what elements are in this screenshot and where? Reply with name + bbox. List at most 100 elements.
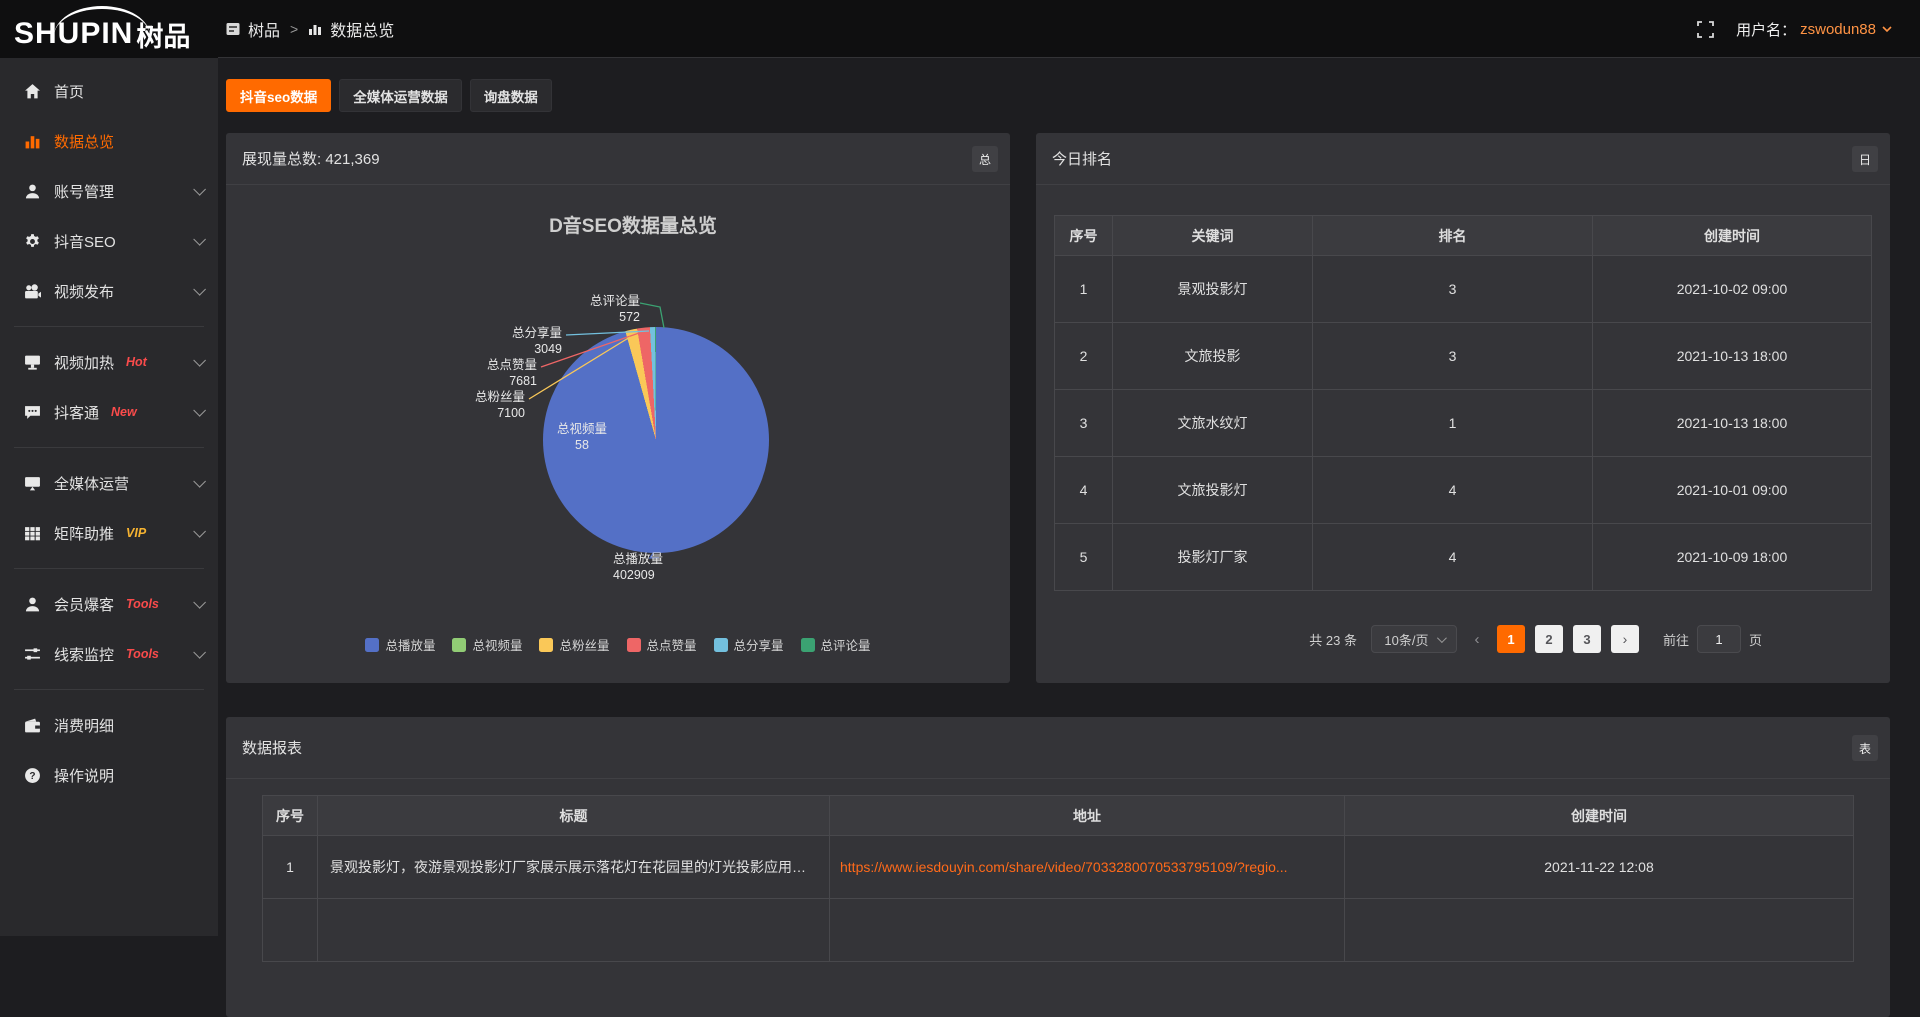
sidebar-item-label: 首页 (54, 81, 84, 102)
home-icon (24, 83, 41, 100)
chevron-down-icon (193, 183, 206, 196)
ranking-card: 今日排名 日 序号 关键词 排名 创建时间 1景观投影灯32021-10-02 … (1036, 133, 1890, 683)
logo-arc-decoration (54, 6, 150, 36)
table-header-row: 序号 标题 地址 创建时间 (263, 796, 1854, 836)
table-row: 3文旅水纹灯12021-10-13 18:00 (1055, 390, 1872, 457)
tab-media-operation[interactable]: 全媒体运营数据 (339, 79, 462, 112)
sidebar-item-data-overview[interactable]: 数据总览 (0, 116, 218, 166)
chevron-down-icon (193, 283, 206, 296)
sidebar-item-media-operation[interactable]: 全媒体运营 (0, 458, 218, 508)
sidebar-item-label: 操作说明 (54, 765, 114, 786)
tab-douyin-seo[interactable]: 抖音seo数据 (226, 79, 331, 112)
sidebar-item-label: 抖音SEO (54, 231, 116, 252)
bar-chart-icon (308, 22, 322, 36)
legend-item[interactable]: 总评论量 (801, 635, 871, 654)
fullscreen-icon[interactable] (1697, 21, 1714, 38)
sidebar-item-label: 全媒体运营 (54, 473, 129, 494)
sidebar: 首页 数据总览 账号管理 抖音SEO 视频发布 视频加热 Hot 抖客通 New… (0, 58, 218, 936)
chat-bubble-icon (24, 404, 41, 421)
legend-label: 总粉丝量 (559, 635, 609, 654)
legend-label: 总分享量 (734, 635, 784, 654)
ranking-table: 序号 关键词 排名 创建时间 1景观投影灯32021-10-02 09:00 2… (1054, 215, 1872, 591)
sidebar-item-member-tool[interactable]: 会员爆客 Tools (0, 579, 218, 629)
table-row: 1 景观投影灯，夜游景观投影灯厂家展示展示落花灯在花园里的灯光投影应用效果 # … (263, 836, 1854, 899)
goto-page-input[interactable] (1697, 625, 1741, 653)
breadcrumb-root[interactable]: 树品 (248, 17, 280, 41)
col-created: 创建时间 (1593, 216, 1872, 256)
pie-label-videos: 总视频量58 (557, 421, 607, 453)
table-row: 4文旅投影灯42021-10-01 09:00 (1055, 457, 1872, 524)
col-created: 创建时间 (1345, 796, 1854, 836)
pie-label-fans: 总粉丝量7100 (475, 389, 525, 421)
table-badge-button[interactable]: 表 (1852, 735, 1878, 761)
main-content: 抖音seo数据 全媒体运营数据 询盘数据 展现量总数: 421,369 总 D音… (218, 58, 1920, 936)
ranking-title: 今日排名 (1052, 148, 1112, 169)
username-label: 用户名： (1736, 19, 1796, 40)
legend-item[interactable]: 总粉丝量 (539, 635, 609, 654)
video-title-cell: 景观投影灯，夜游景观投影灯厂家展示展示落花灯在花园里的灯光投影应用效果 # (318, 836, 830, 899)
gear-icon (24, 233, 41, 250)
goto-label: 前往 (1663, 630, 1689, 649)
video-url-link[interactable]: https://www.iesdouyin.com/share/video/70… (840, 859, 1288, 875)
pie-label-shares: 总分享量3049 (512, 325, 562, 357)
grid-icon (24, 525, 41, 542)
report-card: 数据报表 表 序号 标题 地址 创建时间 1 景观投影灯，夜游景观投影灯 (226, 717, 1890, 1017)
screen-push-icon (24, 354, 41, 371)
pagination-total: 共 23 条 (1309, 630, 1357, 649)
next-page-button[interactable]: › (1611, 625, 1639, 653)
chevron-down-icon (1436, 633, 1446, 643)
sidebar-item-help[interactable]: ? 操作说明 (0, 750, 218, 800)
sidebar-item-douketong[interactable]: 抖客通 New (0, 387, 218, 437)
sidebar-divider (14, 326, 204, 327)
sidebar-item-label: 账号管理 (54, 181, 114, 202)
prev-page-button[interactable]: ‹ (1467, 631, 1487, 648)
new-badge: New (111, 405, 137, 419)
report-title: 数据报表 (242, 737, 302, 758)
tab-inquiry[interactable]: 询盘数据 (470, 79, 552, 112)
breadcrumb: 树品 > 数据总览 (226, 0, 394, 58)
hot-badge: Hot (126, 355, 147, 369)
total-badge-button[interactable]: 总 (972, 146, 998, 172)
sidebar-divider (14, 568, 204, 569)
table-row-partial (263, 899, 1854, 962)
table-header-row: 序号 关键词 排名 创建时间 (1055, 216, 1872, 256)
sidebar-item-consumption[interactable]: 消费明细 (0, 700, 218, 750)
page-3-button[interactable]: 3 (1573, 625, 1601, 653)
day-badge-button[interactable]: 日 (1852, 146, 1878, 172)
topbar: SHUPIN 树品 树品 > 数据总览 用户名： zswodun88 (0, 0, 1920, 58)
page-size-select[interactable]: 10条/页 (1371, 625, 1457, 653)
brand-logo[interactable]: SHUPIN 树品 (14, 6, 218, 54)
chevron-down-icon (1882, 24, 1892, 34)
page-2-button[interactable]: 2 (1535, 625, 1563, 653)
ranking-card-header: 今日排名 日 (1036, 133, 1890, 185)
legend-item[interactable]: 总点赞量 (627, 635, 697, 654)
chevron-down-icon (193, 646, 206, 659)
legend-label: 总视频量 (472, 635, 522, 654)
sidebar-item-account[interactable]: 账号管理 (0, 166, 218, 216)
tools-badge: Tools (126, 597, 159, 611)
legend-item[interactable]: 总分享量 (714, 635, 784, 654)
sidebar-item-lead-monitor[interactable]: 线索监控 Tools (0, 629, 218, 679)
legend-label: 总评论量 (821, 635, 871, 654)
legend-item[interactable]: 总视频量 (452, 635, 522, 654)
page-1-button[interactable]: 1 (1497, 625, 1525, 653)
col-index: 序号 (263, 796, 318, 836)
sidebar-item-douyin-seo[interactable]: 抖音SEO (0, 216, 218, 266)
legend-label: 总播放量 (385, 635, 435, 654)
sidebar-item-label: 矩阵助推 (54, 523, 114, 544)
user-menu[interactable]: 用户名： zswodun88 (1736, 19, 1892, 40)
sidebar-item-video-publish[interactable]: 视频发布 (0, 266, 218, 316)
sidebar-item-matrix-boost[interactable]: 矩阵助推 VIP (0, 508, 218, 558)
chart-title: D音SEO数据量总览 (256, 211, 1010, 238)
report-table: 序号 标题 地址 创建时间 1 景观投影灯，夜游景观投影灯厂家展示展示落花灯在花… (262, 795, 1854, 962)
sidebar-item-label: 视频加热 (54, 352, 114, 373)
legend-swatch (365, 638, 379, 652)
sidebar-item-video-heat[interactable]: 视频加热 Hot (0, 337, 218, 387)
overview-chart-card: 展现量总数: 421,369 总 D音SEO数据量总览 总评论量572 总分享量… (226, 133, 1010, 683)
sidebar-item-label: 抖客通 (54, 402, 99, 423)
legend-item[interactable]: 总播放量 (365, 635, 435, 654)
sidebar-item-home[interactable]: 首页 (0, 66, 218, 116)
col-title: 标题 (318, 796, 830, 836)
topbar-divider (218, 57, 1920, 58)
col-url: 地址 (830, 796, 1345, 836)
